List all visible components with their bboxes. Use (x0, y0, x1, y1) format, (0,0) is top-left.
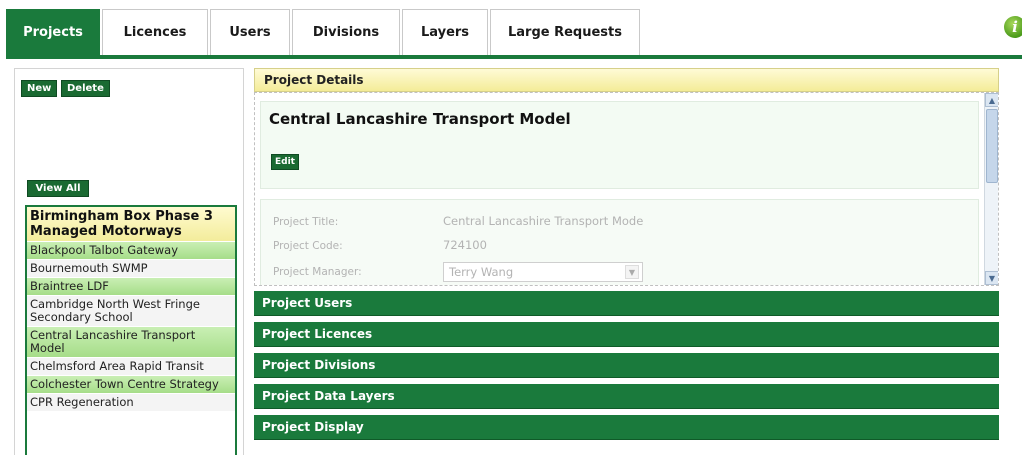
project-manager-select[interactable]: Terry Wang ▼ (443, 262, 643, 282)
project-title-value: Central Lancashire Transport Mode (443, 214, 644, 228)
tab-licences[interactable]: Licences (102, 9, 208, 55)
project-list: Birmingham Box Phase 3 Managed Motorways… (25, 205, 237, 455)
project-manager-label: Project Manager: (273, 266, 362, 278)
project-title: Central Lancashire Transport Model (269, 110, 571, 128)
view-all-button[interactable]: View All (27, 180, 89, 197)
project-code-label: Project Code: (273, 240, 343, 252)
project-manager-value: Terry Wang (449, 265, 514, 279)
project-title-box: Central Lancashire Transport Model Edit (260, 101, 979, 189)
tab-users[interactable]: Users (210, 9, 290, 55)
chevron-down-icon: ▼ (625, 265, 639, 279)
project-details-header[interactable]: Project Details (254, 68, 999, 92)
info-icon[interactable]: i (1004, 16, 1022, 38)
tab-underline (6, 55, 1022, 59)
project-details-panel: Central Lancashire Transport Model Edit … (254, 92, 999, 286)
tab-layers[interactable]: Layers (402, 9, 488, 55)
project-list-item[interactable]: CPR Regeneration (27, 394, 235, 412)
section-project-licences[interactable]: Project Licences (254, 322, 999, 347)
main-tab-bar: Projects Licences Users Divisions Layers… (0, 0, 1022, 60)
section-project-users[interactable]: Project Users (254, 291, 999, 316)
project-list-item[interactable]: Braintree LDF (27, 278, 235, 296)
tab-divisions[interactable]: Divisions (292, 9, 400, 55)
project-list-item[interactable]: Cambridge North West Fringe Secondary Sc… (27, 296, 235, 327)
project-list-item[interactable]: Central Lancashire Transport Model (27, 327, 235, 358)
section-project-data-layers[interactable]: Project Data Layers (254, 384, 999, 409)
scrollbar-thumb[interactable] (986, 109, 998, 183)
project-title-label: Project Title: (273, 216, 339, 228)
section-project-display[interactable]: Project Display (254, 415, 999, 440)
project-list-item[interactable]: Colchester Town Centre Strategy (27, 376, 235, 394)
scroll-up-icon[interactable]: ▲ (985, 93, 998, 107)
project-code-value: 724100 (443, 238, 487, 252)
project-list-item[interactable]: Blackpool Talbot Gateway (27, 242, 235, 260)
project-list-item[interactable]: Birmingham Box Phase 3 Managed Motorways (27, 207, 235, 242)
project-list-panel: New Delete View All Birmingham Box Phase… (14, 68, 244, 455)
scroll-down-icon[interactable]: ▼ (985, 271, 998, 285)
section-project-divisions[interactable]: Project Divisions (254, 353, 999, 378)
details-scrollbar[interactable]: ▲ ▼ (984, 93, 998, 285)
project-list-item[interactable]: Chelmsford Area Rapid Transit (27, 358, 235, 376)
tab-projects[interactable]: Projects (6, 9, 100, 55)
edit-button[interactable]: Edit (271, 154, 299, 170)
project-list-item[interactable]: Bournemouth SWMP (27, 260, 235, 278)
project-fields-form: Project Title: Central Lancashire Transp… (260, 199, 979, 285)
tab-large-requests[interactable]: Large Requests (490, 9, 640, 55)
new-button[interactable]: New (21, 80, 58, 97)
delete-button[interactable]: Delete (61, 80, 110, 97)
